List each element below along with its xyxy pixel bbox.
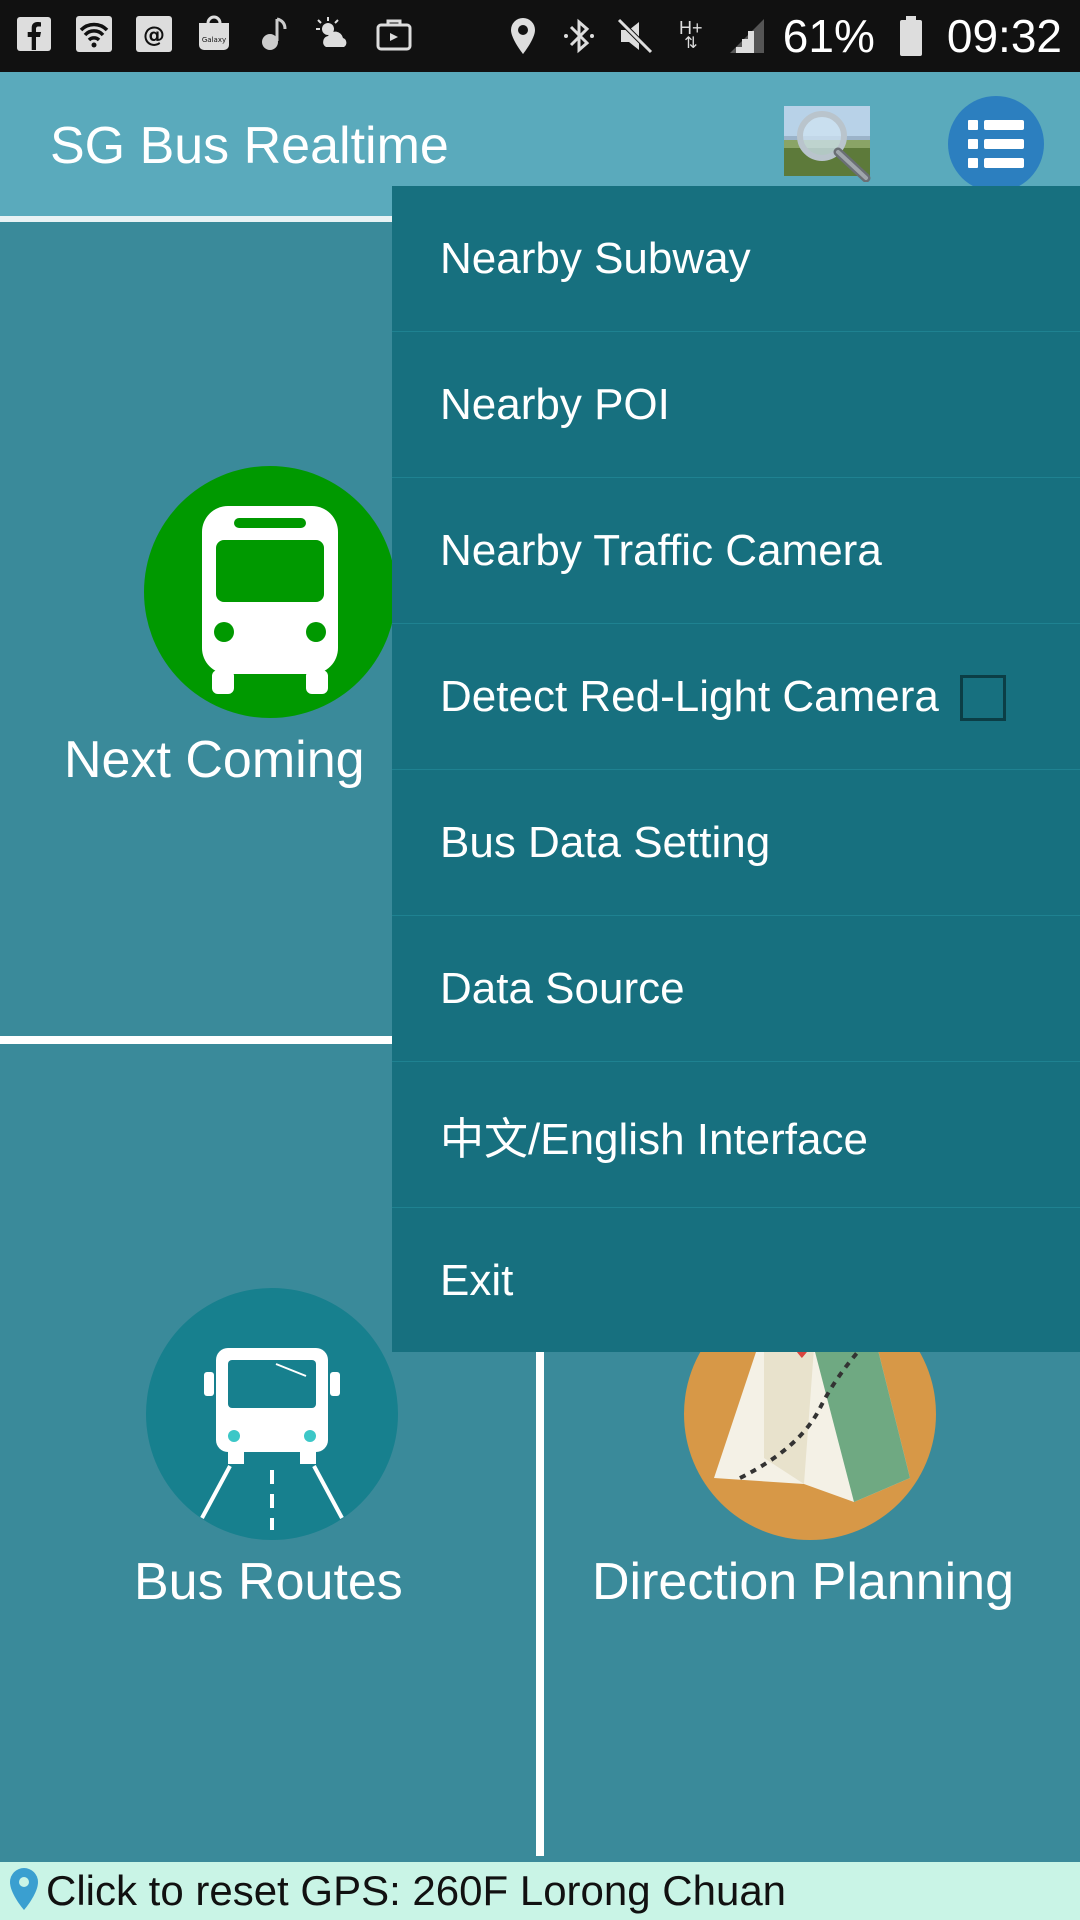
app-title: SG Bus Realtime	[50, 117, 449, 175]
briefcase-icon	[374, 14, 414, 54]
bus-front-icon	[144, 466, 396, 718]
status-system-icons: H+ ⇅ 61% 09:32	[503, 8, 1062, 64]
search-button[interactable]	[782, 102, 874, 183]
svg-text:Galaxy: Galaxy	[202, 36, 226, 44]
battery-icon	[891, 16, 931, 56]
menu-item-label: Data Source	[440, 963, 685, 1013]
location-icon	[503, 16, 543, 56]
music-icon	[254, 14, 294, 54]
clock: 09:32	[946, 10, 1062, 62]
direction-planning-label: Direction Planning	[592, 1553, 1015, 1611]
menu-item-label: Exit	[440, 1256, 514, 1305]
battery-percentage: 61%	[782, 10, 875, 62]
next-coming-label: Next Coming	[64, 731, 365, 789]
menu-item-exit[interactable]: Exit	[392, 1208, 1080, 1354]
menu-item-bus-data-setting[interactable]: Bus Data Setting	[392, 770, 1080, 916]
menu-item-nearby-subway[interactable]: Nearby Subway	[392, 186, 1080, 332]
weather-icon	[314, 14, 354, 54]
network-type-text: H+	[679, 18, 703, 38]
status-notification-icons: @ Galaxy	[14, 14, 414, 54]
location-pin-icon	[6, 1866, 42, 1917]
facebook-icon	[14, 14, 54, 54]
menu-item-detect-red-light-camera[interactable]: Detect Red-Light Camera	[392, 624, 1080, 770]
menu-item-label: 中文/English Interface	[440, 1114, 868, 1164]
network-type-icon: H+ ⇅	[679, 18, 703, 52]
bus-road-icon	[146, 1288, 398, 1540]
menu-item-language-interface[interactable]: 中文/English Interface	[392, 1062, 1080, 1208]
menu-item-label: Nearby Traffic Camera	[440, 525, 882, 575]
menu-item-nearby-traffic-camera[interactable]: Nearby Traffic Camera	[392, 478, 1080, 624]
menu-item-label: Bus Data Setting	[440, 817, 771, 867]
menu-item-label: Nearby POI	[440, 379, 670, 429]
list-menu-icon	[968, 120, 1024, 168]
svg-text:@: @	[143, 23, 165, 48]
overflow-menu-button[interactable]	[948, 96, 1044, 192]
red-light-camera-checkbox[interactable]	[960, 675, 1006, 721]
email-icon: @	[134, 14, 174, 54]
gps-reset-text: Click to reset GPS: 260F Lorong Chuan	[46, 1867, 787, 1914]
bus-routes-label: Bus Routes	[134, 1553, 403, 1611]
signal-icon	[727, 16, 767, 56]
menu-item-data-source[interactable]: Data Source	[392, 916, 1080, 1062]
status-bar: @ Galaxy H+ ⇅ 61% 09:32	[0, 0, 1080, 72]
mute-icon	[615, 16, 655, 56]
gps-reset-bar[interactable]: Click to reset GPS: 260F Lorong Chuan	[0, 1862, 1080, 1920]
search-magnifier-icon	[784, 106, 871, 183]
overflow-menu: Nearby Subway Nearby POI Nearby Traffic …	[392, 186, 1080, 1352]
bluetooth-icon	[559, 16, 599, 56]
wifi-icon	[74, 14, 114, 54]
menu-item-label: Detect Red-Light Camera	[440, 671, 939, 721]
menu-item-label: Nearby Subway	[440, 233, 751, 283]
galaxy-apps-icon: Galaxy	[194, 14, 234, 54]
menu-item-nearby-poi[interactable]: Nearby POI	[392, 332, 1080, 478]
